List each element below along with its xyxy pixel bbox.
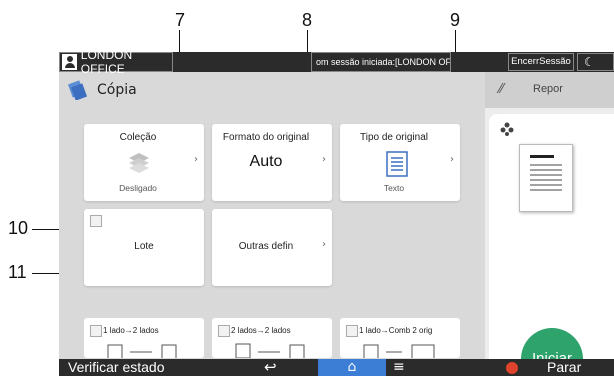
- other-settings-tile[interactable]: Outras defin ›: [212, 209, 332, 286]
- chevron-right-icon: ›: [450, 154, 454, 165]
- duplex-checkbox[interactable]: [218, 325, 230, 337]
- reset-label: Repor: [533, 83, 563, 95]
- duplex-option-2[interactable]: 2 lados→2 lados: [212, 318, 332, 358]
- home-icon[interactable]: ⌂: [318, 359, 386, 376]
- collate-tile[interactable]: Coleção Desligado ›: [84, 124, 204, 201]
- stop-icon[interactable]: [506, 362, 518, 374]
- top-bar: LONDON OFFICE om sessão iniciada:[LONDON…: [59, 52, 614, 76]
- callout-7: 7: [175, 10, 186, 30]
- user-icon: [62, 54, 77, 70]
- original-type-value: Texto: [383, 183, 405, 193]
- status-bar: Verificar estado ↩ ⌂ ≡ Parar: [59, 359, 614, 376]
- preview-area: Iniciar: [489, 114, 614, 376]
- text-document-icon: [386, 151, 408, 177]
- duplex-diagram-icon: [363, 344, 435, 358]
- dots-cluster-icon: [500, 122, 514, 136]
- back-arrow-icon[interactable]: ↩: [264, 359, 277, 376]
- original-size-label: Formato do original: [222, 132, 310, 143]
- check-status-button[interactable]: Verificar estado: [68, 359, 165, 376]
- side-panel: ⁄⁄ Repor Iniciar: [485, 72, 614, 376]
- original-size-tile[interactable]: Formato do original Auto ›: [212, 124, 332, 201]
- user-indicator[interactable]: LONDON OFFICE: [59, 52, 173, 76]
- document-preview-thumbnail: [519, 144, 573, 212]
- callout-9: 9: [450, 10, 461, 30]
- callout-8: 8: [302, 10, 313, 30]
- duplex-option-label: 1 lado→Comb 2 orig: [359, 326, 433, 335]
- menu-icon[interactable]: ≡: [393, 359, 405, 376]
- sort-stack-icon: [129, 153, 149, 173]
- batch-tile[interactable]: Lote: [84, 209, 204, 286]
- original-type-label: Tipo de original: [359, 132, 428, 143]
- moon-icon: ☾: [584, 55, 595, 69]
- duplex-option-label: 2 lados→2 lados: [231, 326, 291, 335]
- chevron-right-icon: ›: [322, 239, 326, 250]
- duplex-option-1[interactable]: 1 lado→2 lados: [84, 318, 204, 358]
- collate-label: Coleção: [119, 132, 157, 143]
- app-title: Cópia: [97, 82, 137, 98]
- stop-button[interactable]: Parar: [547, 359, 581, 376]
- chevron-right-icon: ›: [322, 154, 326, 165]
- duplex-checkbox[interactable]: [90, 325, 102, 337]
- duplex-diagram-icon: [107, 344, 177, 358]
- copy-icon: [67, 80, 87, 100]
- chevron-right-icon: ›: [194, 154, 198, 165]
- reset-button[interactable]: ⁄⁄ Repor: [485, 72, 614, 108]
- callout-11: 11: [8, 262, 27, 282]
- other-settings-label: Outras defin: [238, 241, 294, 252]
- duplex-diagram-icon: [235, 343, 305, 358]
- duplex-checkbox[interactable]: [346, 325, 358, 337]
- app-header: Cópia: [59, 72, 484, 108]
- batch-label: Lote: [134, 241, 154, 252]
- duplex-option-label: 1 lado→2 lados: [103, 326, 159, 335]
- copier-screen: LONDON OFFICE om sessão iniciada:[LONDON…: [59, 52, 614, 376]
- callout-10: 10: [8, 218, 29, 238]
- original-size-value: Auto: [249, 153, 283, 170]
- logout-button[interactable]: EncerrSessão: [508, 53, 574, 71]
- original-type-tile[interactable]: Tipo de original Texto ›: [340, 124, 460, 201]
- eraser-icon: ⁄⁄: [499, 82, 504, 97]
- duplex-option-3[interactable]: 1 lado→Comb 2 orig: [340, 318, 460, 358]
- session-message: om sessão iniciada:[LONDON OFFIC: [311, 52, 451, 72]
- energy-saver-button[interactable]: ☾: [577, 53, 614, 71]
- batch-checkbox[interactable]: [90, 215, 102, 227]
- collate-value: Desligado: [119, 183, 157, 193]
